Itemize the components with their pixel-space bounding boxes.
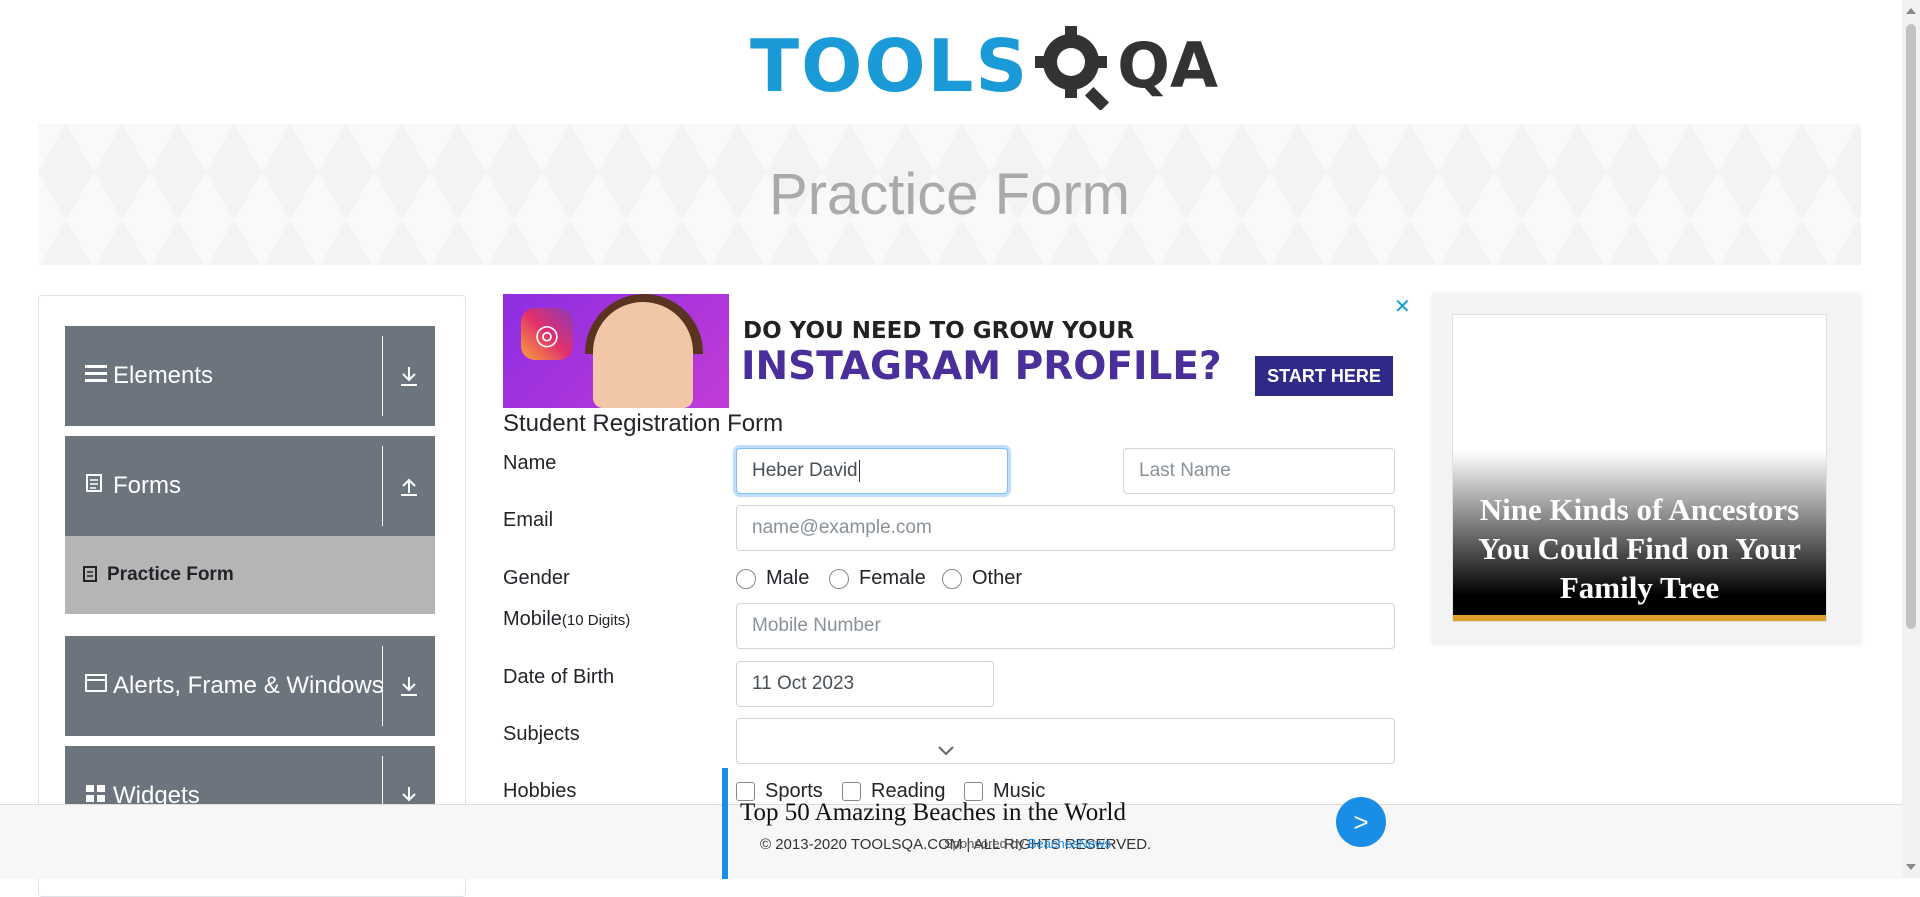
gender-label: Gender xyxy=(503,567,570,589)
instagram-ad[interactable]: ◎ DO YOU NEED TO GROW YOUR INSTAGRAM PRO… xyxy=(503,294,1395,408)
mobile-placeholder: Mobile Number xyxy=(752,615,881,636)
email-label: Email xyxy=(503,509,554,531)
mobile-label-text: Mobile xyxy=(503,608,562,630)
window-icon xyxy=(85,672,107,700)
sidebar-group-forms[interactable]: Forms xyxy=(65,436,435,536)
sidebar-item-label: Practice Form xyxy=(107,564,234,585)
radio-circle xyxy=(829,568,849,589)
scroll-down-icon[interactable] xyxy=(1906,864,1916,870)
page-title: Practice Form xyxy=(769,162,1130,227)
radio-label: Male xyxy=(766,567,810,589)
logo-qa-text: QA xyxy=(1117,29,1218,102)
ad-accent-bar xyxy=(1453,615,1826,621)
sponsor-link[interactable]: BeachesNews xyxy=(1028,836,1111,851)
radio-circle xyxy=(942,568,962,589)
close-icon[interactable]: ✕ xyxy=(1394,294,1411,319)
scroll-up-icon[interactable] xyxy=(1906,8,1916,14)
first-name-input[interactable]: Heber David xyxy=(736,448,1008,494)
chevron-down-icon[interactable] xyxy=(937,741,955,763)
gear-magnifier-icon xyxy=(1035,26,1110,110)
last-name-placeholder: Last Name xyxy=(1139,460,1231,481)
ad-headline: Nine Kinds of Ancestors You Could Find o… xyxy=(1478,492,1801,605)
scrollbar-thumb[interactable] xyxy=(1906,24,1916,629)
sponsor-prefix: Sponsored by xyxy=(944,836,1025,851)
sidebar-group-alerts[interactable]: Alerts, Frame & Windows xyxy=(65,636,435,736)
email-input[interactable]: name@example.com xyxy=(736,505,1395,551)
dob-label: Date of Birth xyxy=(503,666,615,688)
upload-icon[interactable] xyxy=(393,466,425,506)
logo-text: TOOLS xyxy=(750,24,1030,108)
text-cursor xyxy=(858,460,860,482)
mobile-input[interactable]: Mobile Number xyxy=(736,603,1395,649)
name-label: Name xyxy=(503,452,557,474)
ad-person xyxy=(593,302,693,408)
sidebar-group-elements[interactable]: Elements xyxy=(65,326,435,426)
sidebar-group-label: Forms xyxy=(113,472,181,499)
ad-line2: INSTAGRAM PROFILE? xyxy=(741,344,1222,389)
start-here-button[interactable]: START HERE xyxy=(1255,356,1393,396)
last-name-input[interactable]: Last Name xyxy=(1123,448,1395,494)
go-arrow-button[interactable]: > xyxy=(1336,797,1386,847)
form-title: Student Registration Form xyxy=(503,410,784,437)
hobbies-label: Hobbies xyxy=(503,780,577,802)
logo-qa: QA xyxy=(1035,22,1218,110)
scrollbar[interactable] xyxy=(1902,0,1920,878)
dob-value: 11 Oct 2023 xyxy=(752,673,855,694)
mobile-hint: (10 Digits) xyxy=(561,612,631,629)
subjects-input[interactable] xyxy=(736,718,1395,764)
radio-circle xyxy=(736,568,756,589)
sidebar-group-label: Alerts, Frame & Windows xyxy=(113,672,384,699)
sponsor-text: Sponsored by BeachesNews xyxy=(944,836,1111,851)
ad-accent-bar xyxy=(722,768,728,879)
subjects-label: Subjects xyxy=(503,723,580,745)
dob-input[interactable]: 11 Oct 2023 xyxy=(736,661,994,707)
toolsqa-logo[interactable]: TOOLS QA xyxy=(750,18,1218,114)
list-icon xyxy=(85,362,107,390)
sidebar-ad[interactable]: Nine Kinds of Ancestors You Could Find o… xyxy=(1432,294,1861,644)
form-icon xyxy=(83,565,97,585)
download-icon[interactable] xyxy=(393,666,425,706)
radio-label: Other xyxy=(972,567,1023,589)
instagram-icon: ◎ xyxy=(521,308,573,360)
page-banner: Practice Form xyxy=(38,124,1861,265)
divider xyxy=(382,446,383,526)
gender-radio-female[interactable]: Female xyxy=(829,567,926,590)
first-name-value: Heber David xyxy=(752,460,858,481)
divider xyxy=(382,336,383,416)
email-placeholder: name@example.com xyxy=(752,517,932,538)
ad-card: Nine Kinds of Ancestors You Could Find o… xyxy=(1452,314,1827,622)
download-icon[interactable] xyxy=(393,356,425,396)
mobile-label: Mobile(10 Digits) xyxy=(503,608,630,631)
gender-radio-other[interactable]: Other xyxy=(942,567,1022,590)
bottom-ad-strip[interactable]: Top 50 Amazing Beaches in the World © 20… xyxy=(0,768,1902,879)
divider xyxy=(382,646,383,726)
ad-line1: DO YOU NEED TO GROW YOUR xyxy=(743,318,1135,344)
sidebar-item-practice-form[interactable]: Practice Form xyxy=(65,536,435,614)
document-icon xyxy=(85,472,107,500)
sidebar-group-label: Elements xyxy=(113,362,214,389)
gender-radio-male[interactable]: Male xyxy=(736,567,809,590)
radio-label: Female xyxy=(859,567,926,589)
bottom-ad-title[interactable]: Top 50 Amazing Beaches in the World xyxy=(740,799,1126,827)
